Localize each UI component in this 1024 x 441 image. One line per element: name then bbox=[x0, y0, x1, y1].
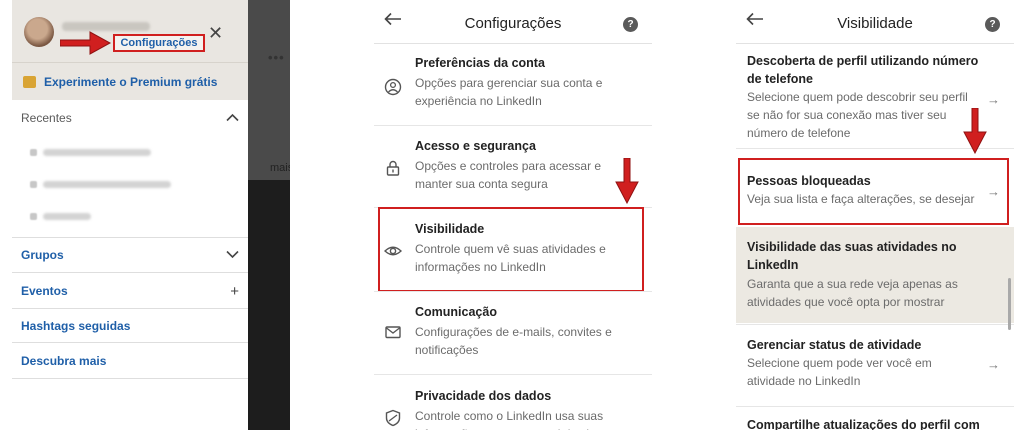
divider bbox=[736, 406, 1014, 407]
option-title: Privacidade dos dados bbox=[415, 389, 552, 403]
lock-icon bbox=[384, 159, 402, 177]
discover-label: Descubra mais bbox=[21, 354, 107, 368]
envelope-icon bbox=[384, 323, 402, 341]
premium-trial-link[interactable]: Experimente o Premium grátis bbox=[12, 62, 248, 100]
followed-hashtags-link[interactable]: Hashtags seguidas bbox=[12, 316, 248, 336]
visibility-row-activity[interactable]: Visibilidade das suas atividades no Link… bbox=[736, 227, 1014, 323]
background-feed-top bbox=[248, 0, 290, 180]
row-description: Garanta que a sua rede veja apenas as at… bbox=[747, 277, 958, 309]
divider bbox=[12, 272, 248, 273]
divider bbox=[736, 324, 1014, 325]
highlight-box bbox=[738, 158, 1009, 225]
scrollbar[interactable] bbox=[1008, 278, 1011, 330]
group-icon bbox=[30, 181, 37, 188]
option-description: Controle como o LinkedIn usa suas inform… bbox=[415, 409, 609, 430]
visibility-row-share-profile-updates[interactable]: Compartilhe atualizações do perfil com bbox=[736, 412, 1014, 430]
annotation-arrow-down bbox=[615, 158, 639, 204]
settings-option-communication[interactable]: Comunicação Configurações de e-mails, co… bbox=[374, 305, 652, 367]
hashtags-label: Hashtags seguidas bbox=[21, 319, 131, 333]
recent-item[interactable] bbox=[30, 213, 91, 220]
row-title: Visibilidade das suas atividades no Link… bbox=[747, 240, 957, 272]
settings-panel: Configurações ? Preferências da conta Op… bbox=[374, 0, 652, 430]
divider bbox=[12, 342, 248, 343]
account-preferences-icon bbox=[384, 78, 402, 96]
background-feed-text: mais bbox=[270, 162, 290, 174]
drawer-header: Configurações ✕ bbox=[12, 0, 248, 62]
recent-item-blurred-label bbox=[43, 213, 91, 220]
recent-item-blurred-label bbox=[43, 181, 171, 188]
row-description: Selecione quem pode ver você em atividad… bbox=[747, 356, 932, 388]
arrow-right-icon: → bbox=[987, 92, 1000, 107]
settings-option-account[interactable]: Preferências da conta Opções para gerenc… bbox=[374, 56, 652, 118]
help-icon[interactable]: ? bbox=[985, 17, 1000, 32]
arrow-right-icon: → bbox=[987, 357, 1000, 372]
annotation-arrow-right bbox=[60, 31, 112, 55]
recent-item[interactable] bbox=[30, 149, 151, 156]
groups-section[interactable]: Grupos bbox=[12, 245, 248, 265]
option-title: Comunicação bbox=[415, 305, 497, 319]
events-label: Eventos bbox=[21, 284, 68, 298]
divider bbox=[12, 378, 248, 379]
events-section[interactable]: Eventos + bbox=[12, 281, 248, 301]
help-icon[interactable]: ? bbox=[623, 17, 638, 32]
highlight-box bbox=[378, 207, 644, 292]
divider bbox=[12, 237, 248, 238]
option-description: Opções para gerenciar sua conta e experi… bbox=[415, 76, 603, 108]
more-options-icon: ••• bbox=[268, 50, 285, 65]
divider bbox=[374, 125, 652, 126]
chevron-up-icon bbox=[226, 111, 239, 125]
recent-item-blurred-label bbox=[43, 149, 151, 156]
groups-label: Grupos bbox=[21, 248, 64, 262]
row-title: Compartilhe atualizações do perfil com bbox=[747, 418, 980, 430]
page-title: Visibilidade bbox=[837, 15, 913, 32]
option-title: Acesso e segurança bbox=[415, 139, 536, 153]
annotation-arrow-down bbox=[963, 108, 987, 154]
visibility-row-activity-status[interactable]: Gerenciar status de atividade Selecione … bbox=[736, 330, 1014, 400]
premium-icon bbox=[23, 75, 36, 88]
row-title: Gerenciar status de atividade bbox=[747, 338, 922, 352]
hashtag-icon bbox=[30, 213, 37, 220]
hashtag-icon bbox=[30, 149, 37, 156]
visibility-panel: Visibilidade ? Descoberta de perfil util… bbox=[736, 0, 1014, 430]
close-icon[interactable]: ✕ bbox=[208, 24, 223, 42]
premium-label: Experimente o Premium grátis bbox=[44, 74, 218, 89]
option-description: Opções e controles para acessar e manter… bbox=[415, 159, 602, 191]
recentes-section-header[interactable]: Recentes bbox=[12, 108, 248, 128]
discover-more-link[interactable]: Descubra mais bbox=[12, 351, 248, 371]
visibility-topbar: Visibilidade ? bbox=[736, 0, 1014, 44]
plus-icon[interactable]: + bbox=[230, 283, 239, 300]
chevron-down-icon bbox=[226, 248, 239, 262]
settings-topbar: Configurações ? bbox=[374, 0, 652, 44]
recent-item[interactable] bbox=[30, 181, 171, 188]
row-title: Descoberta de perfil utilizando número d… bbox=[747, 54, 979, 86]
recentes-label: Recentes bbox=[21, 111, 72, 125]
row-description: Selecione quem pode descobrir seu perfil… bbox=[747, 90, 968, 140]
divider bbox=[12, 308, 248, 309]
divider bbox=[374, 374, 652, 375]
settings-link[interactable]: Configurações bbox=[113, 34, 205, 52]
option-description: Configurações de e-mails, convites e not… bbox=[415, 325, 612, 357]
settings-option-data-privacy[interactable]: Privacidade dos dados Controle como o Li… bbox=[374, 389, 652, 430]
shield-icon bbox=[384, 409, 402, 427]
option-title: Preferências da conta bbox=[415, 56, 545, 70]
avatar[interactable] bbox=[24, 17, 54, 47]
navigation-drawer-panel: ••• mais Configurações ✕ Experimente o P… bbox=[12, 0, 290, 430]
settings-option-security[interactable]: Acesso e segurança Opções e controles pa… bbox=[374, 139, 652, 201]
drawer: Configurações ✕ Experimente o Premium gr… bbox=[12, 0, 248, 430]
divider bbox=[374, 291, 652, 292]
page-title: Configurações bbox=[464, 15, 562, 32]
